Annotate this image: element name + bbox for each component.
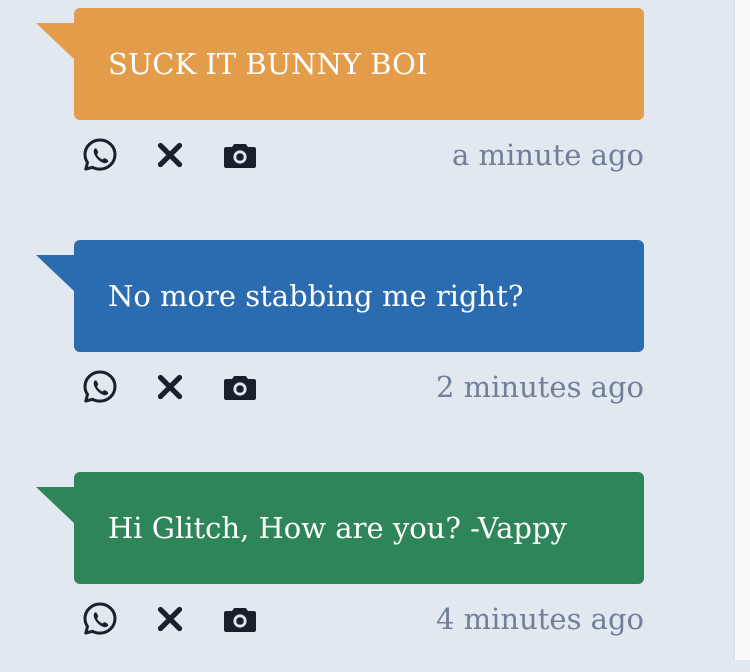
camera-icon <box>224 376 256 400</box>
screenshot-button[interactable] <box>220 136 260 174</box>
message-actions <box>80 600 280 638</box>
screenshot-button[interactable] <box>220 368 260 406</box>
share-whatsapp-button[interactable] <box>80 368 120 406</box>
message-feed: SUCK IT BUNNY BOI a minute ago No more s… <box>0 0 720 660</box>
delete-button[interactable] <box>150 368 190 406</box>
message-timestamp: 4 minutes ago <box>435 602 644 636</box>
bubble-tail <box>36 23 75 60</box>
delete-button[interactable] <box>150 136 190 174</box>
message-bubble: No more stabbing me right? <box>74 240 644 352</box>
whatsapp-icon <box>83 602 117 635</box>
side-panel-edge <box>734 0 750 660</box>
camera-icon <box>224 144 256 168</box>
message-timestamp: a minute ago <box>452 138 644 172</box>
camera-icon <box>224 608 256 632</box>
share-whatsapp-button[interactable] <box>80 136 120 174</box>
message-actions <box>80 136 280 174</box>
message-item: SUCK IT BUNNY BOI a minute ago <box>36 8 644 208</box>
bubble-tail <box>36 487 75 524</box>
message-bubble: SUCK IT BUNNY BOI <box>74 8 644 120</box>
message-item: No more stabbing me right? 2 minutes ago <box>36 240 644 440</box>
message-actions <box>80 368 280 406</box>
delete-button[interactable] <box>150 600 190 638</box>
whatsapp-icon <box>83 370 117 403</box>
message-item: Hi Glitch, How are you? -Vappy 4 minutes… <box>36 472 644 672</box>
whatsapp-icon <box>83 138 117 171</box>
screenshot-button[interactable] <box>220 600 260 638</box>
message-text: Hi Glitch, How are you? -Vappy <box>108 510 567 545</box>
close-icon <box>157 374 183 400</box>
close-icon <box>157 606 183 632</box>
share-whatsapp-button[interactable] <box>80 600 120 638</box>
close-icon <box>157 142 183 168</box>
bubble-tail <box>36 255 75 292</box>
message-text: No more stabbing me right? <box>108 278 524 313</box>
message-timestamp: 2 minutes ago <box>435 370 644 404</box>
message-text: SUCK IT BUNNY BOI <box>108 46 428 81</box>
message-bubble: Hi Glitch, How are you? -Vappy <box>74 472 644 584</box>
